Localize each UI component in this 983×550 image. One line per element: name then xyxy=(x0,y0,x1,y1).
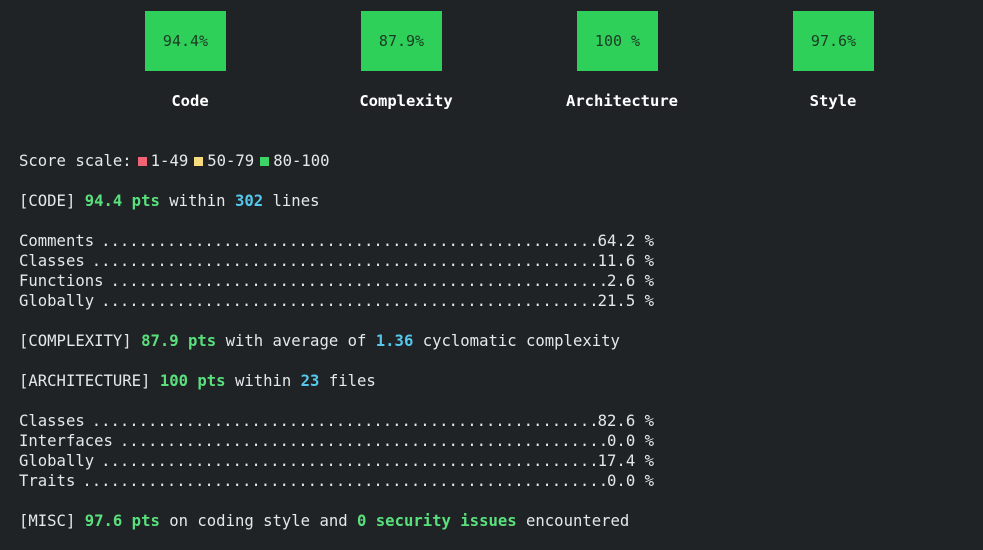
row-value: 21.5 % xyxy=(597,292,654,310)
code-summary-line: [CODE] 94.4 pts within 302 lines xyxy=(19,191,319,211)
row-name: Classes xyxy=(19,252,85,270)
style-score-label: Style xyxy=(809,92,857,110)
misc-security-issues: 0 security issues xyxy=(357,512,517,530)
code-row-comments: Comments................................… xyxy=(19,231,654,251)
scale-range-low: 1-49 xyxy=(150,152,189,170)
yellow-swatch-icon xyxy=(194,157,204,166)
architecture-row-interfaces: Interfaces..............................… xyxy=(19,431,654,451)
misc-text: on coding style and xyxy=(169,512,348,530)
complexity-text-suffix: cyclomatic complexity xyxy=(422,332,620,350)
dot-leader: ........................................… xyxy=(91,412,598,430)
architecture-within-text: within xyxy=(234,372,292,390)
dot-leader: ........................................… xyxy=(82,472,608,490)
complexity-average: 1.36 xyxy=(375,332,414,350)
code-lines-word: lines xyxy=(272,192,320,210)
code-score-label: Code xyxy=(171,92,209,110)
complexity-summary-line: [COMPLEXITY] 87.9 pts with average of 1.… xyxy=(19,331,620,351)
row-name: Traits xyxy=(19,472,76,490)
misc-summary-line: [MISC] 97.6 pts on coding style and 0 se… xyxy=(19,511,629,531)
complexity-score-label: Complexity xyxy=(359,92,453,110)
code-row-classes: Classes.................................… xyxy=(19,251,654,271)
scale-range-mid: 50-79 xyxy=(207,152,255,170)
row-value: 0.0 % xyxy=(607,432,654,450)
complexity-tag: [COMPLEXITY] xyxy=(19,332,132,350)
row-value: 17.4 % xyxy=(597,452,654,470)
architecture-files-count: 23 xyxy=(300,372,320,390)
code-lines-count: 302 xyxy=(234,192,264,210)
misc-text-suffix: encountered xyxy=(526,512,630,530)
code-within-text: within xyxy=(169,192,226,210)
architecture-row-classes: Classes.................................… xyxy=(19,411,654,431)
dot-leader: ........................................… xyxy=(91,252,598,270)
architecture-tag: [ARCHITECTURE] xyxy=(19,372,151,390)
dot-leader: ........................................… xyxy=(101,292,598,310)
row-name: Comments xyxy=(19,232,95,250)
style-score-badge: 97.6% xyxy=(793,11,874,71)
row-value: 0.0 % xyxy=(607,472,654,490)
row-value: 64.2 % xyxy=(597,232,654,250)
complexity-pts: 87.9 pts xyxy=(141,332,217,350)
dot-leader: ........................................… xyxy=(101,452,598,470)
code-row-globally: Globally................................… xyxy=(19,291,654,311)
architecture-score-badge: 100 % xyxy=(577,11,658,71)
code-score-badge: 94.4% xyxy=(145,11,226,71)
code-row-functions: Functions...............................… xyxy=(19,271,654,291)
complexity-text: with average of xyxy=(225,332,367,350)
code-tag: [CODE] xyxy=(19,192,76,210)
misc-tag: [MISC] xyxy=(19,512,76,530)
row-name: Classes xyxy=(19,412,85,430)
row-value: 2.6 % xyxy=(607,272,654,290)
row-name: Functions xyxy=(19,272,104,290)
green-swatch-icon xyxy=(260,157,270,166)
architecture-score-label: Architecture xyxy=(566,92,678,110)
row-value: 82.6 % xyxy=(597,412,654,430)
row-name: Interfaces xyxy=(19,432,113,450)
dot-leader: ........................................… xyxy=(119,432,607,450)
architecture-pts: 100 pts xyxy=(159,372,226,390)
row-value: 11.6 % xyxy=(597,252,654,270)
code-pts: 94.4 pts xyxy=(84,192,160,210)
architecture-summary-line: [ARCHITECTURE] 100 pts within 23 files xyxy=(19,371,376,391)
score-scale-title: Score scale: xyxy=(19,152,132,170)
score-scale-legend: Score scale: 1-49 50-79 80-100 xyxy=(19,151,330,171)
row-name: Globally xyxy=(19,452,95,470)
architecture-row-traits: Traits..................................… xyxy=(19,471,654,491)
complexity-score-badge: 87.9% xyxy=(361,11,442,71)
misc-pts: 97.6 pts xyxy=(84,512,160,530)
scale-range-high: 80-100 xyxy=(273,152,330,170)
dot-leader: ........................................… xyxy=(110,272,608,290)
architecture-row-globally: Globally................................… xyxy=(19,451,654,471)
dot-leader: ........................................… xyxy=(101,232,598,250)
architecture-files-word: files xyxy=(328,372,376,390)
row-name: Globally xyxy=(19,292,95,310)
red-swatch-icon xyxy=(137,157,147,166)
